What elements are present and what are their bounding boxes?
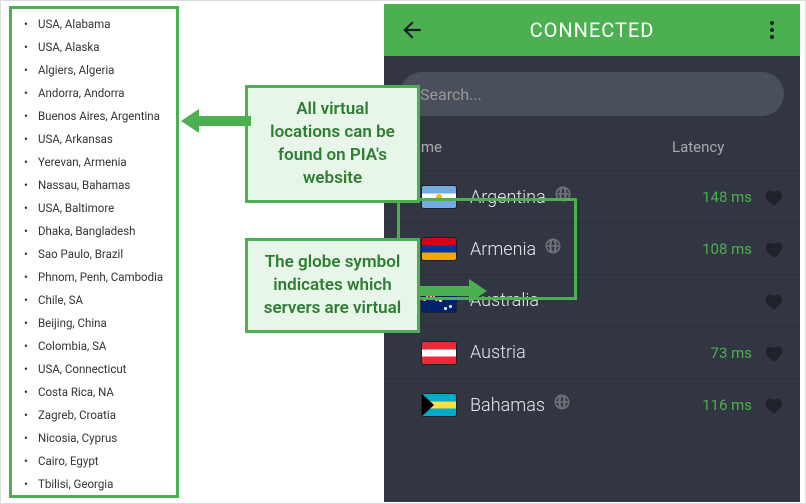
virtual-locations-list: USA, AlabamaUSA, AlaskaAlgiers, AlgeriaA… — [9, 6, 179, 498]
location-item: Zagreb, Croatia — [28, 404, 168, 427]
location-item: USA, Arkansas — [28, 128, 168, 151]
callout-globe: The globe symbol indicates which servers… — [245, 238, 420, 333]
location-item: Nicosia, Cyprus — [28, 427, 168, 450]
arrow-to-app — [417, 276, 487, 306]
location-item: Chile, SA — [28, 289, 168, 312]
location-item: Beijing, China — [28, 312, 168, 335]
globe-icon — [554, 185, 572, 203]
search-placeholder: Search... — [420, 85, 482, 104]
server-row[interactable]: Argentina148 ms — [384, 170, 800, 222]
header-title: CONNECTED — [530, 18, 655, 42]
location-item: Costa Rica, NA — [28, 381, 168, 404]
callout-website: All virtual locations can be found on PI… — [245, 85, 420, 203]
menu-button[interactable] — [750, 8, 794, 52]
location-item: USA, Alabama — [28, 13, 168, 36]
location-item: Yerevan, Armenia — [28, 151, 168, 174]
search-input[interactable]: Search... — [400, 72, 784, 116]
server-name: Argentina — [470, 185, 682, 208]
server-row[interactable]: Armenia108 ms — [384, 222, 800, 274]
app-header: CONNECTED — [384, 4, 800, 56]
location-item: Tbilisi, Georgia — [28, 473, 168, 496]
latency-value: 116 ms — [682, 396, 752, 414]
location-item: Sao Paulo, Brazil — [28, 243, 168, 266]
globe-icon — [553, 393, 571, 411]
more-vert-icon — [760, 18, 784, 42]
latency-value: 108 ms — [682, 240, 752, 258]
favorite-button[interactable] — [752, 290, 784, 312]
flag-icon — [422, 238, 456, 260]
heart-icon — [762, 342, 784, 364]
heart-icon — [762, 186, 784, 208]
favorite-button[interactable] — [752, 186, 784, 208]
location-item: USA, Baltimore — [28, 197, 168, 220]
list-header: Name Latency — [384, 132, 800, 170]
server-name: Bahamas — [470, 393, 682, 416]
server-name: Armenia — [470, 237, 682, 260]
server-name: Australia — [470, 290, 682, 311]
heart-icon — [762, 394, 784, 416]
latency-value: 148 ms — [682, 188, 752, 206]
favorite-button[interactable] — [752, 238, 784, 260]
server-row[interactable]: Bahamas116 ms — [384, 378, 800, 430]
favorite-button[interactable] — [752, 342, 784, 364]
location-item: Buenos Aires, Argentina — [28, 105, 168, 128]
heart-icon — [762, 290, 784, 312]
arrow-to-list — [181, 106, 251, 136]
server-row[interactable]: Austria73 ms — [384, 326, 800, 378]
server-name: Austria — [470, 342, 682, 363]
favorite-button[interactable] — [752, 394, 784, 416]
location-item: Phnom, Penh, Cambodia — [28, 266, 168, 289]
col-name: Name — [402, 138, 672, 156]
location-item: Dhaka, Bangladesh — [28, 220, 168, 243]
location-item: Nassau, Bahamas — [28, 174, 168, 197]
back-button[interactable] — [390, 8, 434, 52]
location-item: USA, Alaska — [28, 36, 168, 59]
location-item: Andorra, Andorra — [28, 82, 168, 105]
location-item: Cairo, Egypt — [28, 450, 168, 473]
location-item: Algiers, Algeria — [28, 59, 168, 82]
flag-icon — [422, 186, 456, 208]
arrow-left-icon — [399, 17, 425, 43]
location-item: USA, Connecticut — [28, 358, 168, 381]
latency-value: 73 ms — [682, 344, 752, 362]
flag-icon — [422, 342, 456, 364]
heart-icon — [762, 238, 784, 260]
search-container: Search... — [384, 56, 800, 132]
globe-icon — [544, 237, 562, 255]
flag-icon — [422, 394, 456, 416]
app-window: CONNECTED Search... Name Latency Argenti… — [384, 4, 800, 502]
location-item: Colombia, SA — [28, 335, 168, 358]
col-latency: Latency — [672, 138, 782, 156]
